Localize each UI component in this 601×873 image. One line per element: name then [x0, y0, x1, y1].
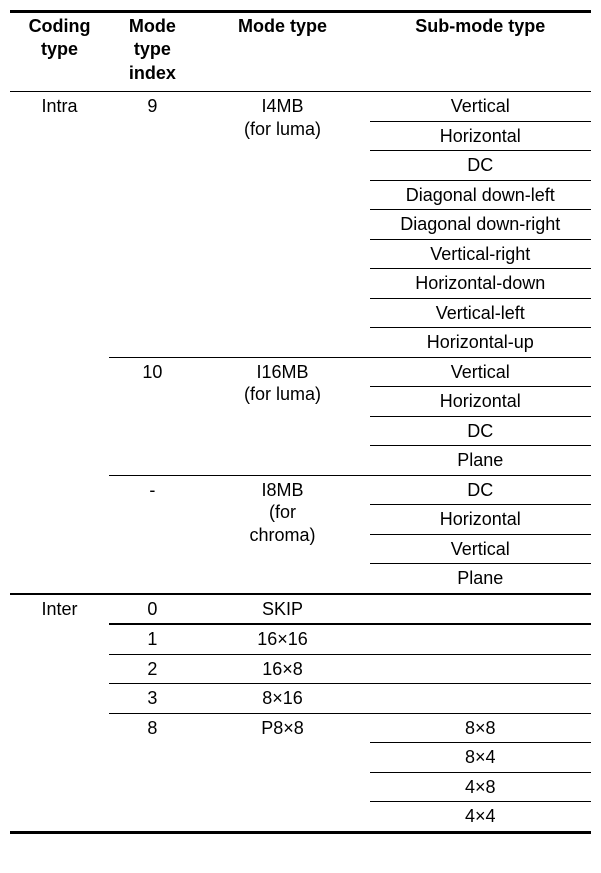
header-mode-type: Mode type	[196, 12, 370, 92]
submode-8x16	[370, 684, 591, 714]
submode-p8-4x8: 4×8	[370, 772, 591, 802]
submode-i4-dc: DC	[370, 151, 591, 181]
mode-index-p8x8: 8	[109, 713, 195, 832]
header-coding-type: Coding type	[10, 12, 109, 92]
submode-i4-horizontal-up: Horizontal-up	[370, 328, 591, 358]
mode-type-i16mb: I16MB (for luma)	[196, 357, 370, 475]
mode-index-i16: 10	[109, 357, 195, 475]
submode-i4-diag-dr: Diagonal down-right	[370, 210, 591, 240]
submode-i4-vertical-left: Vertical-left	[370, 298, 591, 328]
submode-i8-plane: Plane	[370, 564, 591, 594]
submode-skip	[370, 594, 591, 625]
submode-p8-4x4: 4×4	[370, 802, 591, 833]
submode-16x8	[370, 654, 591, 684]
submode-16x16	[370, 624, 591, 654]
coding-type-inter: Inter	[10, 594, 109, 833]
mode-type-i8mb: I8MB (for chroma)	[196, 475, 370, 594]
mode-type-16x8: 16×8	[196, 654, 370, 684]
mode-type-i8mb-l3: chroma)	[250, 525, 316, 545]
submode-i4-vertical: Vertical	[370, 92, 591, 122]
submode-p8-8x4: 8×4	[370, 743, 591, 773]
submode-i16-plane: Plane	[370, 446, 591, 476]
mode-type-i4mb: I4MB (for luma)	[196, 92, 370, 358]
mode-type-i4mb-l2: (for luma)	[244, 119, 321, 139]
mode-index-i8: -	[109, 475, 195, 594]
submode-i4-vertical-right: Vertical-right	[370, 239, 591, 269]
submode-p8-8x8: 8×8	[370, 713, 591, 743]
mode-type-skip: SKIP	[196, 594, 370, 625]
mode-type-i16mb-l1: I16MB	[257, 362, 309, 382]
mode-index-8x16: 3	[109, 684, 195, 714]
mode-index-i4: 9	[109, 92, 195, 358]
mode-type-8x16: 8×16	[196, 684, 370, 714]
submode-i8-horizontal: Horizontal	[370, 505, 591, 535]
submode-i8-dc: DC	[370, 475, 591, 505]
mode-type-p8x8: P8×8	[196, 713, 370, 832]
mode-type-i16mb-l2: (for luma)	[244, 384, 321, 404]
header-sub-mode-type: Sub-mode type	[370, 12, 591, 92]
submode-i4-horizontal-down: Horizontal-down	[370, 269, 591, 299]
submode-i4-diag-dl: Diagonal down-left	[370, 180, 591, 210]
mode-type-i8mb-l2: (for	[269, 502, 296, 522]
mode-type-16x16: 16×16	[196, 624, 370, 654]
mode-index-skip: 0	[109, 594, 195, 625]
submode-i16-horizontal: Horizontal	[370, 387, 591, 417]
coding-type-intra: Intra	[10, 92, 109, 594]
header-mode-type-index: Mode type index	[109, 12, 195, 92]
mode-type-i4mb-l1: I4MB	[262, 96, 304, 116]
submode-i8-vertical: Vertical	[370, 534, 591, 564]
mode-index-16x16: 1	[109, 624, 195, 654]
submode-i16-vertical: Vertical	[370, 357, 591, 387]
submode-i16-dc: DC	[370, 416, 591, 446]
mode-index-16x8: 2	[109, 654, 195, 684]
submode-i4-horizontal: Horizontal	[370, 121, 591, 151]
coding-mode-table: Coding type Mode type index Mode type Su…	[10, 10, 591, 834]
mode-type-i8mb-l1: I8MB	[262, 480, 304, 500]
